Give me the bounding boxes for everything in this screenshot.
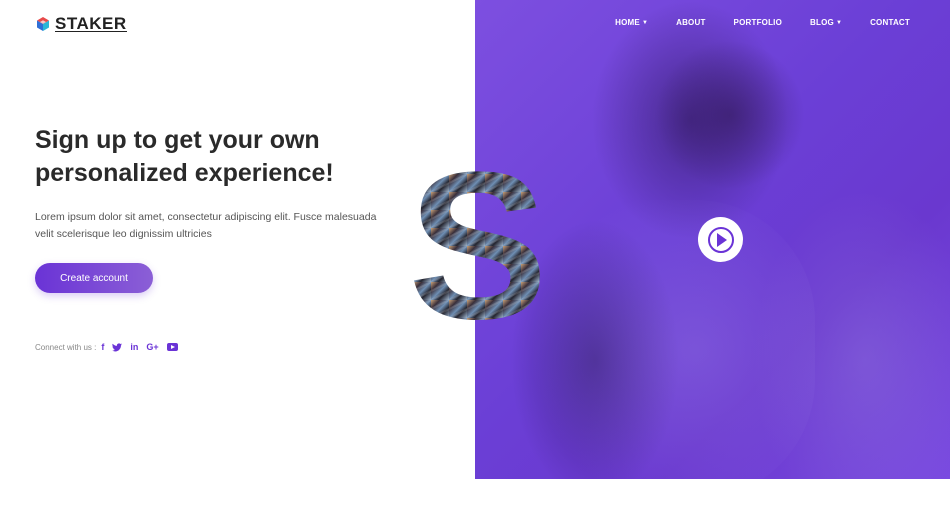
social-links: f in G+ (101, 342, 185, 352)
logo[interactable]: STAKER (35, 14, 127, 34)
nav-item-blog[interactable]: BLOG ▼ (810, 18, 842, 27)
nav-item-label: BLOG (810, 18, 834, 27)
nav-item-label: PORTFOLIO (733, 18, 783, 27)
nav-item-label: HOME (615, 18, 640, 27)
hero-photo-overlay (655, 40, 805, 190)
headline-line-2: personalized experience! (35, 159, 334, 187)
chevron-down-icon: ▼ (641, 19, 649, 26)
play-icon (707, 226, 734, 253)
headline-line-1: Sign up to get your own (35, 126, 320, 154)
nav-item-label: CONTACT (870, 18, 910, 27)
big-letter-text: S (413, 138, 543, 338)
youtube-icon[interactable] (166, 343, 178, 351)
google-plus-icon[interactable]: G+ (146, 342, 158, 352)
social-connect: Connect with us : f in G+ (35, 342, 186, 352)
social-label: Connect with us : (35, 342, 97, 352)
play-video-button[interactable] (698, 217, 743, 262)
nav-item-label: ABOUT (676, 18, 706, 27)
page-headline: Sign up to get your own personalized exp… (35, 124, 415, 190)
hero-photo-overlay-lower (515, 200, 815, 479)
facebook-icon[interactable]: f (101, 342, 104, 352)
lead-paragraph: Lorem ipsum dolor sit amet, consectetur … (35, 211, 377, 240)
big-letter-s: S (413, 138, 543, 338)
nav-item-portfolio[interactable]: PORTFOLIO (734, 18, 782, 27)
staker-logo-icon (35, 16, 51, 32)
logo-text: STAKER (55, 14, 127, 33)
main-nav: HOME ▼ ABOUT PORTFOLIO BLOG ▼ CONTACT (615, 18, 910, 27)
chevron-down-icon: ▼ (835, 19, 843, 26)
nav-item-contact[interactable]: CONTACT (870, 18, 910, 27)
nav-item-home[interactable]: HOME ▼ (615, 18, 648, 27)
linkedin-icon[interactable]: in (130, 342, 138, 352)
twitter-icon[interactable] (112, 342, 123, 352)
youtube-glyph (166, 343, 178, 351)
create-account-button[interactable]: Create account (35, 263, 153, 293)
nav-item-about[interactable]: ABOUT (676, 18, 705, 27)
